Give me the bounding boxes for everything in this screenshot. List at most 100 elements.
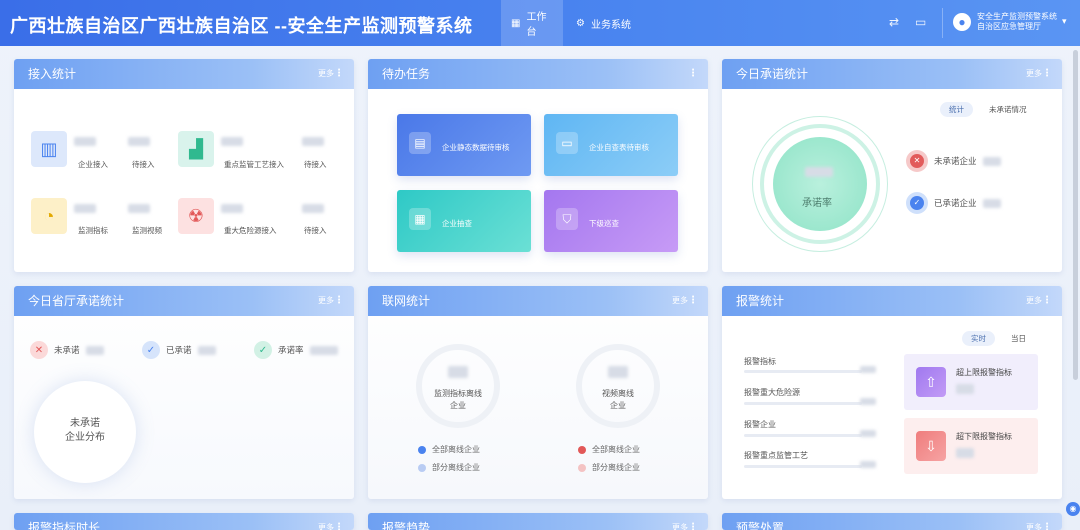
ring-line: 监测指标离线 <box>434 389 482 398</box>
panel-header: 今日省厅承诺统计 更多 ⋮ <box>14 286 354 316</box>
redacted-value <box>309 345 338 355</box>
redacted-value <box>128 137 150 146</box>
more-icon[interactable]: ⋮ <box>334 59 344 89</box>
hazard-icon: ☢ <box>178 198 214 234</box>
redacted-value <box>221 137 243 146</box>
more-icon[interactable]: ⋮ <box>1042 286 1052 316</box>
access-label: 监测视频 <box>132 226 162 235</box>
scrollbar[interactable] <box>1073 50 1078 380</box>
stat-uncommitted: ✕ 未承诺 <box>30 341 104 359</box>
panel-alarm-trend: 报警趋势 更多 ⋮ <box>368 513 708 530</box>
factory-icon: ▟ <box>178 131 214 167</box>
more-link[interactable]: 更多 <box>1026 59 1042 89</box>
alarm-bar <box>744 465 862 468</box>
ring-label: 视频离线 企业 <box>576 388 660 412</box>
alarm-card-upper[interactable]: ⇧ 超上限报警指标 <box>904 354 1038 410</box>
todo-tile[interactable]: ▦ 企业抽查 <box>397 190 531 252</box>
panel-dept-commit: 今日省厅承诺统计 更多 ⋮ ✕ 未承诺 ✓ 已承诺 ✓ 承诺率 未承诺 企业分布 <box>14 286 354 499</box>
gauge-icon: ◔ <box>31 198 67 234</box>
commit-rate-circle: 承诺率 <box>773 137 867 231</box>
arrow-up-icon: ⇧ <box>916 367 946 397</box>
redacted-value <box>956 448 974 458</box>
panel-todo: 待办任务 ⋮ ▤ 企业静态数据待审核 ▭ 企业自查表待审核 ▦ 企业抽查 ⛉ 下… <box>368 59 708 272</box>
more-icon[interactable]: ⋮ <box>334 513 344 530</box>
alarm-card-lower[interactable]: ⇩ 超下限报警指标 <box>904 418 1038 474</box>
user-dept: 自治区应急管理厅 <box>977 22 1041 31</box>
tab-realtime[interactable]: 实时 <box>962 331 995 346</box>
redacted-value <box>982 198 1001 208</box>
todo-tile[interactable]: ▤ 企业静态数据待审核 <box>397 114 531 176</box>
access-label: 重点监管工艺接入 <box>224 160 284 169</box>
shield-icon: ⛉ <box>556 208 578 230</box>
legend-label: 部分离线企业 <box>432 463 480 472</box>
panel-header: 报警统计 更多 ⋮ <box>722 286 1062 316</box>
panel-title: 联网统计 <box>382 294 431 308</box>
alarm-row-label: 报警指标 <box>744 357 776 366</box>
more-link[interactable]: 更多 <box>672 513 688 530</box>
more-link[interactable]: 更多 <box>1026 513 1042 530</box>
more-icon[interactable]: ⋮ <box>334 286 344 316</box>
redacted-value <box>85 345 104 355</box>
tab-today[interactable]: 当日 <box>1002 331 1035 346</box>
legend-dot <box>418 463 426 472</box>
panel-header: 待办任务 ⋮ <box>368 59 708 89</box>
redacted-value <box>128 204 150 213</box>
tab-statistics[interactable]: 统计 <box>940 102 973 117</box>
redacted-value <box>860 461 876 468</box>
todo-tile[interactable]: ⛉ 下级巡查 <box>544 190 678 252</box>
access-label: 待接入 <box>304 226 327 235</box>
redacted-value <box>860 430 876 437</box>
user-info: 安全生产监测预警系统 自治区应急管理厅 <box>977 12 1057 32</box>
ring-line: 视频离线 <box>602 389 634 398</box>
more-link[interactable]: 更多 <box>1026 286 1042 316</box>
ring-line: 企业 <box>450 401 466 410</box>
ring-label: 监测指标离线 企业 <box>416 388 500 412</box>
more-link[interactable]: 更多 <box>318 286 334 316</box>
more-link[interactable]: 更多 <box>318 513 334 530</box>
more-icon[interactable]: ⋮ <box>688 59 698 89</box>
chat-icon[interactable]: ◉ <box>1066 502 1080 516</box>
panel-header: 今日承诺统计 更多 ⋮ <box>722 59 1062 89</box>
more-link[interactable]: 更多 <box>672 286 688 316</box>
offline-ring-right <box>576 344 660 428</box>
redacted-value <box>74 137 96 146</box>
more-icon[interactable]: ⋮ <box>688 286 698 316</box>
more-link[interactable]: 更多 <box>318 59 334 89</box>
ring-line: 企业 <box>610 401 626 410</box>
stat-label: 已承诺 <box>166 345 192 355</box>
panel-header: 报警指标时长 更多 ⋮ <box>14 513 354 530</box>
tab-workbench[interactable]: ▦ 工作台 <box>501 0 563 46</box>
redacted-value <box>982 156 1001 166</box>
legend-label: 部分离线企业 <box>592 463 640 472</box>
todo-tile[interactable]: ▭ 企业自查表待审核 <box>544 114 678 176</box>
circle-line: 未承诺 <box>70 418 100 429</box>
app-title: 广西壮族自治区广西壮族自治区 --安全生产监测预警系统 <box>10 16 473 36</box>
user-menu[interactable]: ● 安全生产监测预警系统 自治区应急管理厅 <box>953 12 1057 32</box>
legend-dot <box>578 445 586 454</box>
tab-uncommitted[interactable]: 未承诺情况 <box>980 102 1036 117</box>
legend-item: 部分离线企业 <box>578 462 640 473</box>
tab-business-system[interactable]: ⚙ 业务系统 <box>566 0 646 46</box>
redacted-value <box>302 204 324 213</box>
panel-title: 待办任务 <box>382 67 431 81</box>
access-label: 待接入 <box>132 160 155 169</box>
chevron-down-icon[interactable]: ▾ <box>1062 16 1067 27</box>
alarm-card-label: 超上限报警指标 <box>956 368 1012 377</box>
redacted-value <box>221 204 243 213</box>
redacted-value <box>74 204 96 213</box>
panel-warning-disposal: 预警处置 更多 ⋮ <box>722 513 1062 530</box>
alarm-row-label: 报警重点监管工艺 <box>744 451 808 460</box>
more-icon[interactable]: ⋮ <box>1042 59 1052 89</box>
tab-label: 工作台 <box>526 12 547 38</box>
circle-label: 未承诺 企业分布 <box>34 417 136 445</box>
switch-icon[interactable]: ⇄ <box>889 15 899 29</box>
more-icon[interactable]: ⋮ <box>1042 513 1052 530</box>
panel-commit-stats: 今日承诺统计 更多 ⋮ 统计 未承诺情况 承诺率 ✕ 未承诺企业 ✓ 已承诺企业 <box>722 59 1062 272</box>
stat-committed: ✓ 已承诺 <box>142 341 216 359</box>
arrow-down-icon: ⇩ <box>916 431 946 461</box>
panel-alarm: 报警统计 更多 ⋮ 实时 当日 报警指标 报警重大危险源 报警企业 报警重点监管… <box>722 286 1062 499</box>
panel-title: 报警统计 <box>736 294 785 308</box>
redacted-value <box>302 137 324 146</box>
more-icon[interactable]: ⋮ <box>688 513 698 530</box>
message-icon[interactable]: ▭ <box>915 15 926 29</box>
